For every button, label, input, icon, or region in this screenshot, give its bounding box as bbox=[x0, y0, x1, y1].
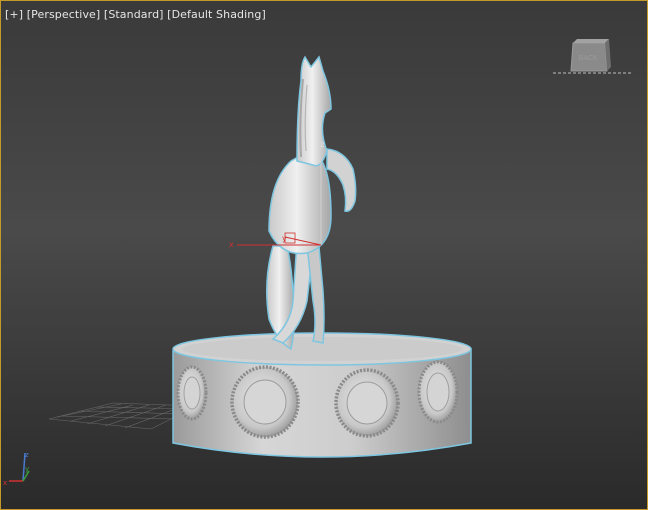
viewcube-face-label: BACK bbox=[579, 54, 598, 62]
horse-statue[interactable] bbox=[266, 55, 357, 351]
gizmo-z-label: z bbox=[320, 140, 324, 149]
scene-canvas: x z y BACK x y z bbox=[3, 39, 633, 487]
pedestal[interactable] bbox=[172, 332, 472, 458]
pedestal-medallion bbox=[417, 360, 459, 424]
tripod-y-label: y bbox=[25, 465, 29, 473]
gizmo-y-label: y bbox=[282, 234, 287, 243]
perspective-viewport[interactable]: [+] [Perspective] [Standard] [Default Sh… bbox=[0, 0, 648, 510]
viewcube-icon[interactable]: BACK bbox=[553, 39, 633, 74]
axis-tripod-icon: x y z bbox=[3, 451, 30, 487]
pedestal-medallion bbox=[176, 365, 208, 421]
tripod-z-label: z bbox=[25, 451, 29, 459]
gizmo-x-label: x bbox=[229, 240, 234, 249]
pedestal-medallion bbox=[230, 365, 300, 439]
pedestal-medallion bbox=[334, 368, 400, 438]
tripod-x-label: x bbox=[3, 479, 7, 487]
